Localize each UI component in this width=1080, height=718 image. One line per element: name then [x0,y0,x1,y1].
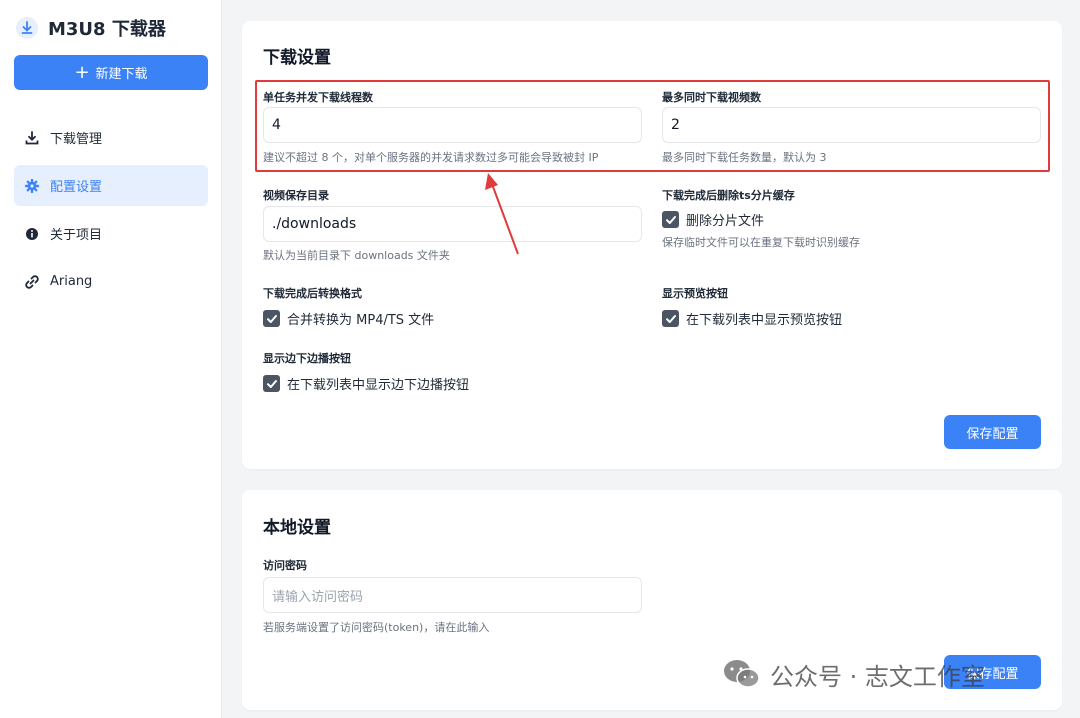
annotation-arrow-icon [485,173,519,255]
watermark-text: 公众号 · 志文工作室 [770,662,985,691]
wechat-icon [724,660,760,688]
watermark: 公众号 · 志文工作室 [722,654,985,694]
